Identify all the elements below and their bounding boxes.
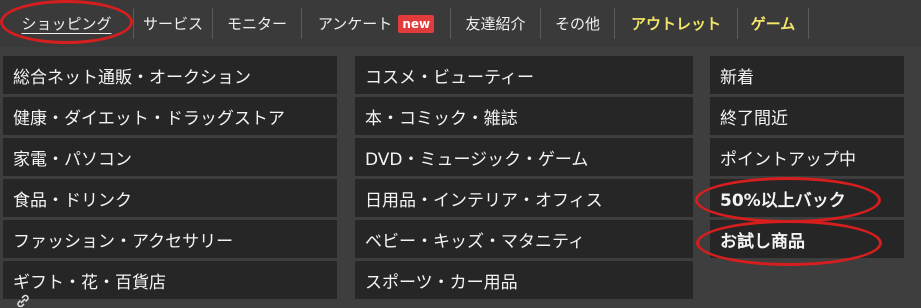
tab-survey[interactable]: アンケート new [302,0,450,47]
menu-item-gift[interactable]: ギフト・花・百貨店 [3,261,337,299]
tab-game[interactable]: ゲーム [738,0,808,47]
menu-item-new[interactable]: 新着 [710,56,904,94]
menu-item-books[interactable]: 本・コミック・雑誌 [355,97,693,135]
tab-outlet-label: アウトレット [630,15,721,33]
tab-referral[interactable]: 友達紹介 [451,0,540,47]
tab-game-label: ゲーム [750,15,796,33]
page-root: ショッピング サービス モニター アンケート new 友達紹介 その他 アウトレ… [0,0,921,308]
tab-shopping[interactable]: ショッピング [0,0,133,47]
menu-item-health[interactable]: 健康・ダイエット・ドラッグストア [3,97,337,135]
tab-shopping-label: ショッピング [21,15,112,33]
menu-item-online-shopping[interactable]: 総合ネット通販・オークション [3,56,337,94]
menu-item-cosmetics[interactable]: コスメ・ビューティー [355,56,693,94]
category-tab-bar: ショッピング サービス モニター アンケート new 友達紹介 その他 アウトレ… [0,0,921,47]
tab-monitor[interactable]: モニター [213,0,301,47]
tab-other-label: その他 [554,15,600,33]
tab-service-label: サービス [142,15,203,33]
menu-item-baby-kids[interactable]: ベビー・キッズ・マタニティ [355,220,693,258]
tab-referral-label: 友達紹介 [465,15,526,33]
link-icon [16,293,30,308]
menu-item-electronics[interactable]: 家電・パソコン [3,138,337,176]
menu-item-point-up[interactable]: ポイントアップ中 [710,138,904,176]
tab-outlet[interactable]: アウトレット [615,0,737,47]
new-badge: new [398,14,435,33]
tab-survey-label: アンケート [317,15,393,33]
menu-item-50-percent-back[interactable]: 50%以上バック [710,179,904,217]
tab-service[interactable]: サービス [134,0,212,47]
tab-divider [808,8,809,39]
menu-item-ending-soon[interactable]: 終了間近 [710,97,904,135]
menu-item-dvd-music[interactable]: DVD・ミュージック・ゲーム [355,138,693,176]
menu-item-fashion[interactable]: ファッション・アクセサリー [3,220,337,258]
menu-item-daily-goods[interactable]: 日用品・インテリア・オフィス [355,179,693,217]
tab-monitor-label: モニター [226,15,287,33]
menu-item-trial-products[interactable]: お試し商品 [710,220,904,258]
tab-other[interactable]: その他 [541,0,614,47]
menu-item-food[interactable]: 食品・ドリンク [3,179,337,217]
menu-item-sports-car[interactable]: スポーツ・カー用品 [355,261,693,299]
